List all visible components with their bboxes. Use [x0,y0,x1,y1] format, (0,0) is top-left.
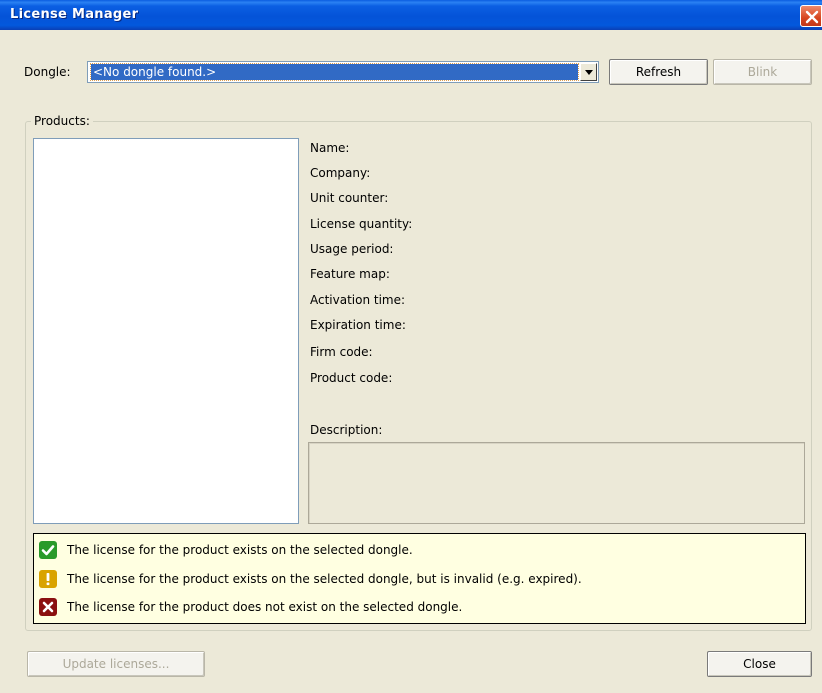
blink-button[interactable]: Blink [713,59,812,85]
field-unit-counter-label: Unit counter: [310,191,389,205]
dongle-select[interactable]: <No dongle found.> [87,61,599,83]
dongle-label: Dongle: [24,65,71,79]
products-list[interactable] [33,138,299,524]
field-firm-code-label: Firm code: [310,345,373,359]
legend-missing-text: The license for the product does not exi… [67,600,463,614]
license-manager-window: License Manager Dongle: <No dongle found… [0,0,822,693]
field-product-code-label: Product code: [310,371,393,385]
checkmark-icon [39,541,57,559]
field-name-label: Name: [310,141,350,155]
close-icon [805,10,819,24]
field-activation-time-label: Activation time: [310,293,406,307]
chevron-down-icon [585,70,593,75]
legend-valid-text: The license for the product exists on th… [67,543,413,557]
update-licenses-button[interactable]: Update licenses... [27,651,205,677]
window-close-button[interactable] [800,5,822,27]
dongle-select-value: <No dongle found.> [90,63,579,81]
field-usage-period-label: Usage period: [310,242,394,256]
refresh-button[interactable]: Refresh [609,59,708,85]
field-expiration-time-label: Expiration time: [310,318,406,332]
field-feature-map-label: Feature map: [310,267,390,281]
cross-icon [39,598,57,616]
description-label: Description: [310,423,383,437]
window-title: License Manager [10,7,139,22]
legend-invalid-text: The license for the product exists on th… [67,572,582,586]
warning-icon [39,570,57,588]
license-status-legend: The license for the product exists on th… [33,533,806,624]
title-bar[interactable]: License Manager [0,0,822,30]
products-group-label: Products: [31,114,93,128]
description-box [308,442,805,524]
field-license-quantity-label: License quantity: [310,217,413,231]
dongle-dropdown-button[interactable] [580,63,597,81]
field-company-label: Company: [310,166,371,180]
close-button[interactable]: Close [707,651,812,677]
